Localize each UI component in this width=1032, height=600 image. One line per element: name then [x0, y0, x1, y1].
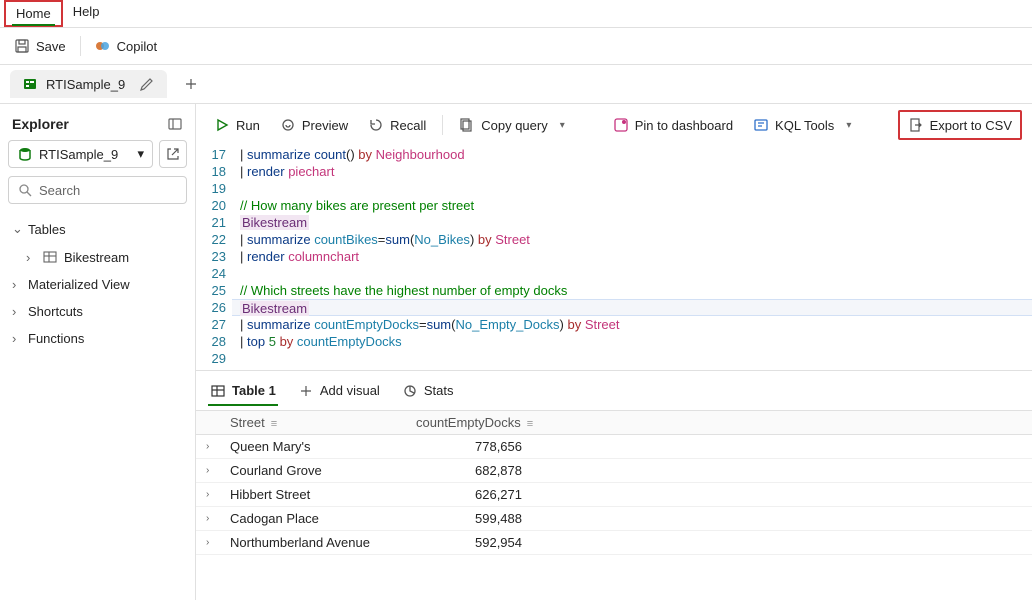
copilot-icon — [95, 38, 111, 54]
toolbar: Save Copilot — [0, 28, 1032, 64]
tree-node-bikestream[interactable]: › Bikestream — [8, 244, 187, 270]
result-tab-table[interactable]: Table 1 — [208, 377, 278, 405]
table-row[interactable]: ›Courland Grove682,878 — [196, 459, 1032, 483]
chevron-right-icon: › — [26, 250, 36, 265]
explorer-header: Explorer — [8, 116, 187, 132]
cell-street: Queen Mary's — [226, 439, 416, 454]
column-header-street[interactable]: Street≡ — [226, 415, 416, 430]
table-icon — [42, 249, 58, 265]
chevron-down-icon: ⌄ — [12, 221, 22, 237]
search-input[interactable]: Search — [8, 176, 187, 204]
recall-button[interactable]: Recall — [360, 112, 434, 138]
menubar-help[interactable]: Help — [63, 0, 110, 27]
database-selector-label: RTISample_9 — [39, 147, 118, 162]
cell-count: 626,271 — [416, 487, 526, 502]
expand-row-icon[interactable]: › — [206, 537, 226, 548]
menubar-home[interactable]: Home — [4, 0, 63, 27]
cell-street: Courland Grove — [226, 463, 416, 478]
chevron-right-icon: › — [12, 304, 22, 319]
preview-button[interactable]: Preview — [272, 112, 356, 138]
code-area[interactable]: | summarize count() by Neighbourhood| re… — [232, 146, 1032, 370]
external-link-icon — [165, 146, 181, 162]
content-area: Run Preview Recall Copy query Pin to das… — [196, 104, 1032, 600]
tree-node-tables[interactable]: ⌄Tables — [8, 216, 187, 242]
results-grid: Street≡ countEmptyDocks≡ ›Queen Mary's77… — [196, 410, 1032, 555]
table-row[interactable]: ›Cadogan Place599,488 — [196, 507, 1032, 531]
expand-row-icon[interactable]: › — [206, 489, 226, 500]
table-icon — [210, 383, 226, 399]
explorer-tree: ⌄Tables › Bikestream ›Materialized View … — [8, 212, 187, 351]
query-toolbar: Run Preview Recall Copy query Pin to das… — [196, 104, 1032, 146]
stats-icon — [402, 383, 418, 399]
cell-street: Hibbert Street — [226, 487, 416, 502]
database-selector[interactable]: RTISample_9 ▾ — [8, 140, 153, 168]
cell-count: 682,878 — [416, 463, 526, 478]
chevron-down-icon: ▾ — [137, 146, 144, 162]
new-tab-button[interactable] — [175, 72, 207, 96]
panel-icon[interactable] — [167, 116, 183, 132]
menu-bar: Home Help — [0, 0, 1032, 28]
copy-icon — [459, 117, 475, 133]
column-menu-icon[interactable]: ≡ — [271, 418, 277, 430]
tools-icon — [753, 117, 769, 133]
play-icon — [214, 117, 230, 133]
table-row[interactable]: ›Northumberland Avenue592,954 — [196, 531, 1032, 555]
preview-icon — [280, 117, 296, 133]
result-tab-add-visual[interactable]: Add visual — [296, 377, 382, 405]
copy-query-button[interactable]: Copy query — [451, 112, 573, 138]
divider — [80, 36, 81, 56]
plus-icon — [183, 76, 199, 92]
chevron-right-icon: › — [12, 331, 22, 346]
export-icon — [908, 117, 924, 133]
code-editor[interactable]: 1718192021222324252627282930 | summarize… — [196, 146, 1032, 370]
cell-street: Northumberland Avenue — [226, 535, 416, 550]
divider — [442, 115, 443, 135]
export-to-csv-button[interactable]: Export to CSV — [898, 110, 1022, 140]
table-row[interactable]: ›Queen Mary's778,656 — [196, 435, 1032, 459]
history-icon — [368, 117, 384, 133]
cell-count: 778,656 — [416, 439, 526, 454]
result-tabs: Table 1 Add visual Stats — [196, 370, 1032, 410]
expand-row-icon[interactable]: › — [206, 513, 226, 524]
column-menu-icon[interactable]: ≡ — [527, 418, 533, 430]
cell-street: Cadogan Place — [226, 511, 416, 526]
line-gutter: 1718192021222324252627282930 — [196, 146, 232, 370]
save-icon — [14, 38, 30, 54]
table-row[interactable]: ›Hibbert Street626,271 — [196, 483, 1032, 507]
edit-icon[interactable] — [139, 76, 155, 92]
chevron-right-icon: › — [12, 277, 22, 292]
cell-count: 592,954 — [416, 535, 526, 550]
pin-to-dashboard-button[interactable]: Pin to dashboard — [605, 112, 741, 138]
copilot-button[interactable]: Copilot — [87, 33, 165, 59]
kql-tools-button[interactable]: KQL Tools — [745, 112, 859, 138]
search-placeholder: Search — [39, 183, 80, 198]
result-tab-stats[interactable]: Stats — [400, 377, 456, 405]
grid-header: Street≡ countEmptyDocks≡ — [196, 411, 1032, 435]
run-button[interactable]: Run — [206, 112, 268, 138]
tree-node-shortcuts[interactable]: ›Shortcuts — [8, 299, 187, 324]
explorer-sidebar: Explorer RTISample_9 ▾ Search ⌄Tables › … — [0, 104, 196, 600]
kql-file-icon — [22, 76, 38, 92]
expand-row-icon[interactable]: › — [206, 465, 226, 476]
plus-icon — [298, 383, 314, 399]
open-external-button[interactable] — [159, 140, 187, 168]
save-button[interactable]: Save — [6, 33, 74, 59]
tree-node-materialized-view[interactable]: ›Materialized View — [8, 272, 187, 297]
file-tab-label: RTISample_9 — [46, 77, 125, 92]
tree-node-functions[interactable]: ›Functions — [8, 326, 187, 351]
cell-count: 599,488 — [416, 511, 526, 526]
expand-row-icon[interactable]: › — [206, 441, 226, 452]
pin-icon — [613, 117, 629, 133]
column-header-countemptydocks[interactable]: countEmptyDocks≡ — [416, 415, 526, 430]
file-tab-rtisample[interactable]: RTISample_9 — [10, 70, 167, 98]
file-tab-strip: RTISample_9 — [0, 64, 1032, 104]
search-icon — [17, 182, 33, 198]
database-icon — [17, 146, 33, 162]
